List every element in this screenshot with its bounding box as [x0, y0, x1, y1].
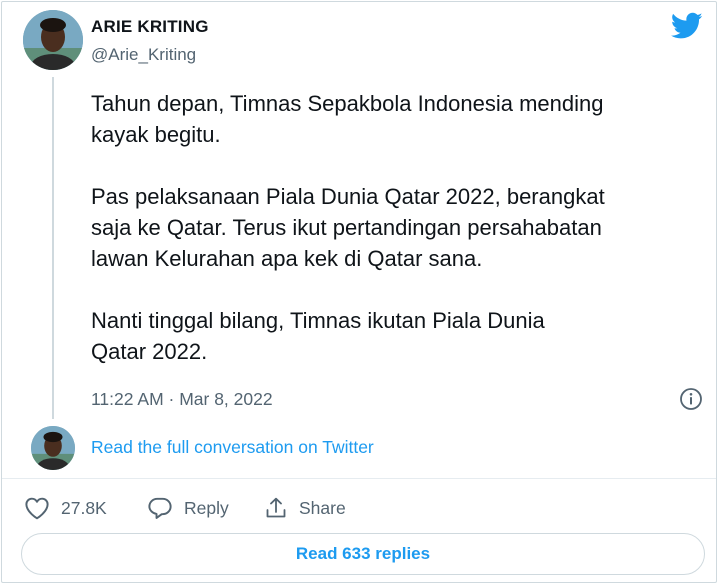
- reply-button[interactable]: Reply: [147, 495, 229, 521]
- tweet-embed-card: ARIE KRITING @Arie_Kriting Tahun depan, …: [1, 1, 717, 583]
- heart-icon: [25, 497, 49, 520]
- twitter-bird-icon[interactable]: [670, 12, 703, 40]
- share-upload-icon: [266, 497, 286, 518]
- author-avatar[interactable]: [23, 10, 83, 70]
- tweet-timestamp[interactable]: 11:22 AM · Mar 8, 2022: [91, 389, 273, 410]
- conversation-avatar[interactable]: [31, 426, 75, 470]
- speech-bubble-icon: [148, 497, 172, 519]
- share-label: Share: [299, 497, 346, 518]
- like-button[interactable]: 27.8K: [24, 495, 107, 521]
- tweet-text: Tahun depan, Timnas Sepakbola Indonesia …: [91, 91, 605, 364]
- author-handle[interactable]: @Arie_Kriting: [91, 45, 196, 65]
- tweet-actions-bar: 27.8K Reply Share: [2, 495, 716, 521]
- read-full-conversation-link[interactable]: Read the full conversation on Twitter: [91, 437, 374, 458]
- author-name[interactable]: ARIE KRITING: [91, 17, 209, 37]
- actions-divider: [2, 478, 716, 479]
- reply-label: Reply: [184, 497, 229, 518]
- share-button[interactable]: Share: [264, 495, 346, 521]
- avatar-photo-small: [31, 426, 75, 470]
- info-icon[interactable]: [679, 387, 703, 411]
- thread-connector-line: [52, 77, 54, 419]
- like-count: 27.8K: [61, 497, 107, 518]
- read-replies-button[interactable]: Read 633 replies: [21, 533, 705, 575]
- avatar-photo: [23, 10, 83, 70]
